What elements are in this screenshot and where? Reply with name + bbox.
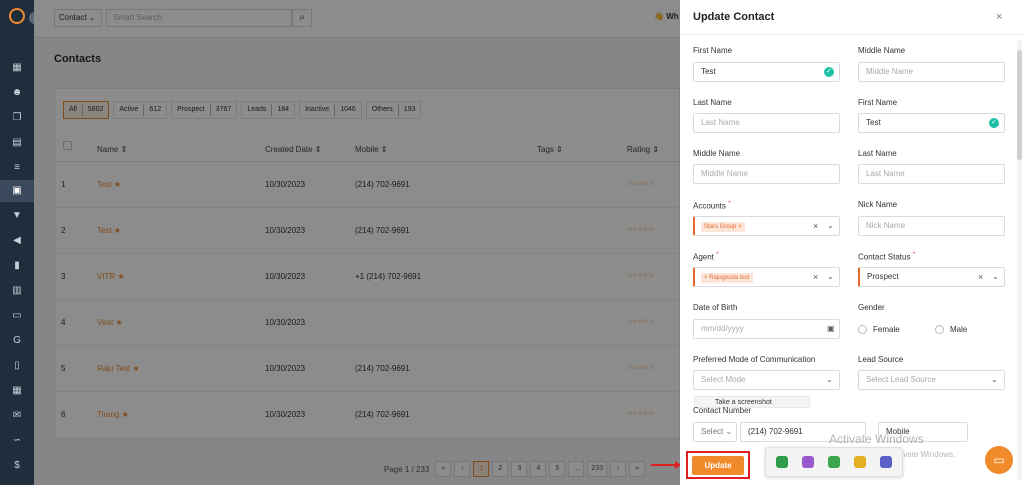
clear-icon[interactable]: × [813, 217, 818, 235]
sidebar: ▦ ☻ ❐ ▤ ≡ ▣ ▼ ◀ ▮ ▥ ▭ G ▯ ▦ ✉ ∽ $ › [0, 0, 41, 485]
chat-icon[interactable]: ▭ [985, 446, 1013, 474]
chevron-down-icon[interactable]: ⌄ [991, 371, 998, 389]
dashboard-icon[interactable]: ▦ [10, 62, 24, 74]
remove-tag-icon[interactable]: × [738, 224, 742, 230]
contacts-icon[interactable]: ▣ [10, 185, 24, 197]
nick-name-label: Nick Name [858, 200, 898, 209]
last-name-field-2[interactable]: Last Name [858, 164, 1005, 184]
agent-label: Agent * [693, 251, 719, 262]
file-icon[interactable]: ▮ [10, 260, 24, 272]
panel-divider [680, 34, 1024, 35]
remove-tag-icon[interactable]: × [704, 275, 708, 281]
contact-status-select[interactable]: Prospect × ⌄ [858, 267, 1005, 287]
calendar-icon[interactable]: ▣ [827, 320, 835, 338]
required-marker: * [912, 251, 916, 258]
panel-title: Update Contact [693, 11, 775, 23]
agent-select[interactable]: × Rajugouda test × ⌄ [693, 267, 840, 287]
clear-icon[interactable]: × [813, 268, 818, 286]
megaphone-icon[interactable]: ◀ [10, 235, 24, 247]
accounts-label: Accounts * [693, 200, 731, 211]
update-contact-panel: Update Contact × First Name Test ✓ Middle… [680, 0, 1024, 485]
middle-name-field-2[interactable]: Middle Name [693, 164, 840, 184]
security-icon[interactable] [854, 456, 866, 468]
contact-number-label: Contact Number [693, 406, 752, 415]
modal-backdrop[interactable] [34, 0, 680, 485]
gender-male-label: Male [950, 325, 968, 334]
recycle-icon[interactable] [828, 456, 840, 468]
tray-flyout [765, 447, 903, 477]
first-name-label: First Name [693, 46, 733, 55]
folder-icon[interactable]: ▭ [10, 310, 24, 322]
contact-status-label: Contact Status * [858, 251, 916, 262]
dob-field[interactable]: mm/dd/yyyy ▣ [693, 319, 840, 339]
lead-source-select[interactable]: Select Lead Source ⌄ [858, 370, 1005, 390]
last-name-field[interactable]: Last Name [693, 113, 840, 133]
gender-label: Gender [858, 303, 885, 312]
chevron-down-icon: ⌄ [725, 427, 733, 436]
chart-icon[interactable]: ▥ [10, 285, 24, 297]
gender-female-label: Female [873, 325, 900, 334]
activate-windows-title: Activate Windows [829, 432, 924, 446]
tasks-icon[interactable]: ▤ [10, 137, 24, 149]
users-icon[interactable]: ☻ [10, 87, 24, 99]
middle-name-field[interactable]: Middle Name [858, 62, 1005, 82]
agent-tag: × Rajugouda test [701, 273, 753, 283]
shield-icon[interactable] [776, 456, 788, 468]
dob-label: Date of Birth [693, 303, 738, 312]
last-name-label: Last Name [693, 98, 732, 107]
required-marker: * [716, 251, 719, 258]
book-icon[interactable]: ▯ [10, 360, 24, 372]
required-marker: * [728, 200, 731, 207]
first-name-field-2[interactable]: Test ✓ [858, 113, 1005, 133]
middle-name-label: Middle Name [858, 46, 906, 55]
list-icon[interactable]: ≡ [10, 162, 24, 174]
chevron-down-icon[interactable]: ⌄ [827, 268, 834, 286]
teams-icon[interactable] [880, 456, 892, 468]
chevron-down-icon[interactable]: ⌄ [992, 268, 999, 286]
chevron-down-icon[interactable]: ⌄ [827, 217, 834, 235]
last-name-label-2: Last Name [858, 149, 897, 158]
communication-select[interactable]: Select Mode ⌄ [693, 370, 840, 390]
pen-icon[interactable] [802, 456, 814, 468]
mail-icon[interactable]: ✉ [10, 410, 24, 422]
check-icon: ✓ [989, 118, 999, 128]
close-icon[interactable]: × [996, 11, 1002, 23]
update-highlight-box: Update [686, 451, 750, 479]
calendar-icon[interactable]: ▦ [10, 385, 24, 397]
middle-name-label-2: Middle Name [693, 149, 741, 158]
dollar-icon[interactable]: $ [10, 460, 24, 472]
signature-icon[interactable]: ∽ [10, 435, 24, 447]
filter-icon[interactable]: ▼ [10, 210, 24, 222]
accounts-select[interactable]: Stars Group × × ⌄ [693, 216, 840, 236]
lead-source-label: Lead Source [858, 355, 904, 364]
communication-label: Preferred Mode of Communication [693, 355, 816, 364]
first-name-field[interactable]: Test ✓ [693, 62, 840, 82]
clear-icon[interactable]: × [978, 268, 983, 286]
gender-female-radio[interactable] [858, 325, 867, 334]
chevron-down-icon[interactable]: ⌄ [826, 371, 833, 389]
check-icon: ✓ [824, 67, 834, 77]
google-icon[interactable]: G [10, 335, 24, 347]
app-logo[interactable] [9, 8, 25, 24]
country-code-select[interactable]: Select ⌄ [693, 422, 737, 442]
account-tag: Stars Group × [701, 222, 745, 232]
update-button[interactable]: Update [692, 456, 744, 475]
documents-icon[interactable]: ❐ [10, 112, 24, 124]
gender-male-radio[interactable] [935, 325, 944, 334]
scrollbar-thumb[interactable] [1017, 50, 1022, 160]
first-name-label-2: First Name [858, 98, 898, 107]
nick-name-field[interactable]: Nick Name [858, 216, 1005, 236]
